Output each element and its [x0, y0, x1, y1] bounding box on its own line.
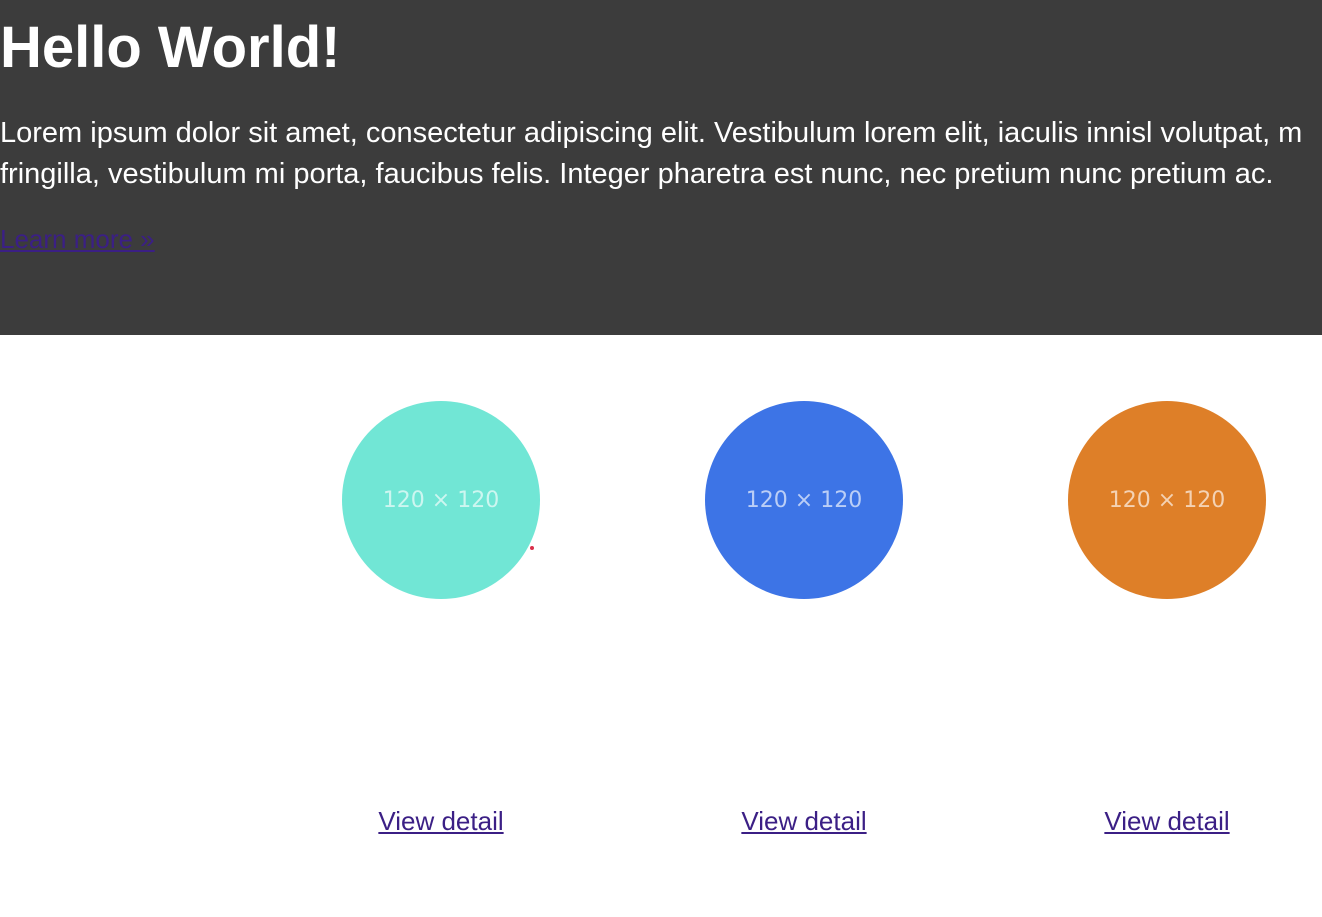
- hero-section: Hello World! Lorem ipsum dolor sit amet,…: [0, 0, 1322, 335]
- placeholder-label: 120 × 120: [745, 487, 863, 513]
- view-detail-link[interactable]: View detail: [705, 804, 903, 838]
- hero-description-line: fringilla, vestibulum mi porta, faucibus…: [0, 158, 1274, 190]
- view-detail-link[interactable]: View detail: [1068, 804, 1266, 838]
- placeholder-label: 120 × 120: [1108, 487, 1226, 513]
- card: 120 × 120 View detail: [1068, 401, 1266, 836]
- view-detail-link[interactable]: View detail: [342, 804, 540, 838]
- placeholder-image: 120 × 120: [705, 401, 903, 599]
- learn-more-link[interactable]: Learn more »: [0, 222, 155, 256]
- hero-description: Lorem ipsum dolor sit amet, consectetur …: [0, 113, 1322, 195]
- placeholder-image: 120 × 120: [342, 401, 540, 599]
- placeholder-image: 120 × 120: [1068, 401, 1266, 599]
- placeholder-label: 120 × 120: [382, 487, 500, 513]
- cursor-marker: [530, 546, 534, 550]
- hero-description-line: Lorem ipsum dolor sit amet, consectetur …: [0, 117, 1303, 149]
- card: 120 × 120 View detail: [342, 401, 540, 836]
- card: 120 × 120 View detail: [705, 401, 903, 836]
- hero-title: Hello World!: [0, 15, 341, 80]
